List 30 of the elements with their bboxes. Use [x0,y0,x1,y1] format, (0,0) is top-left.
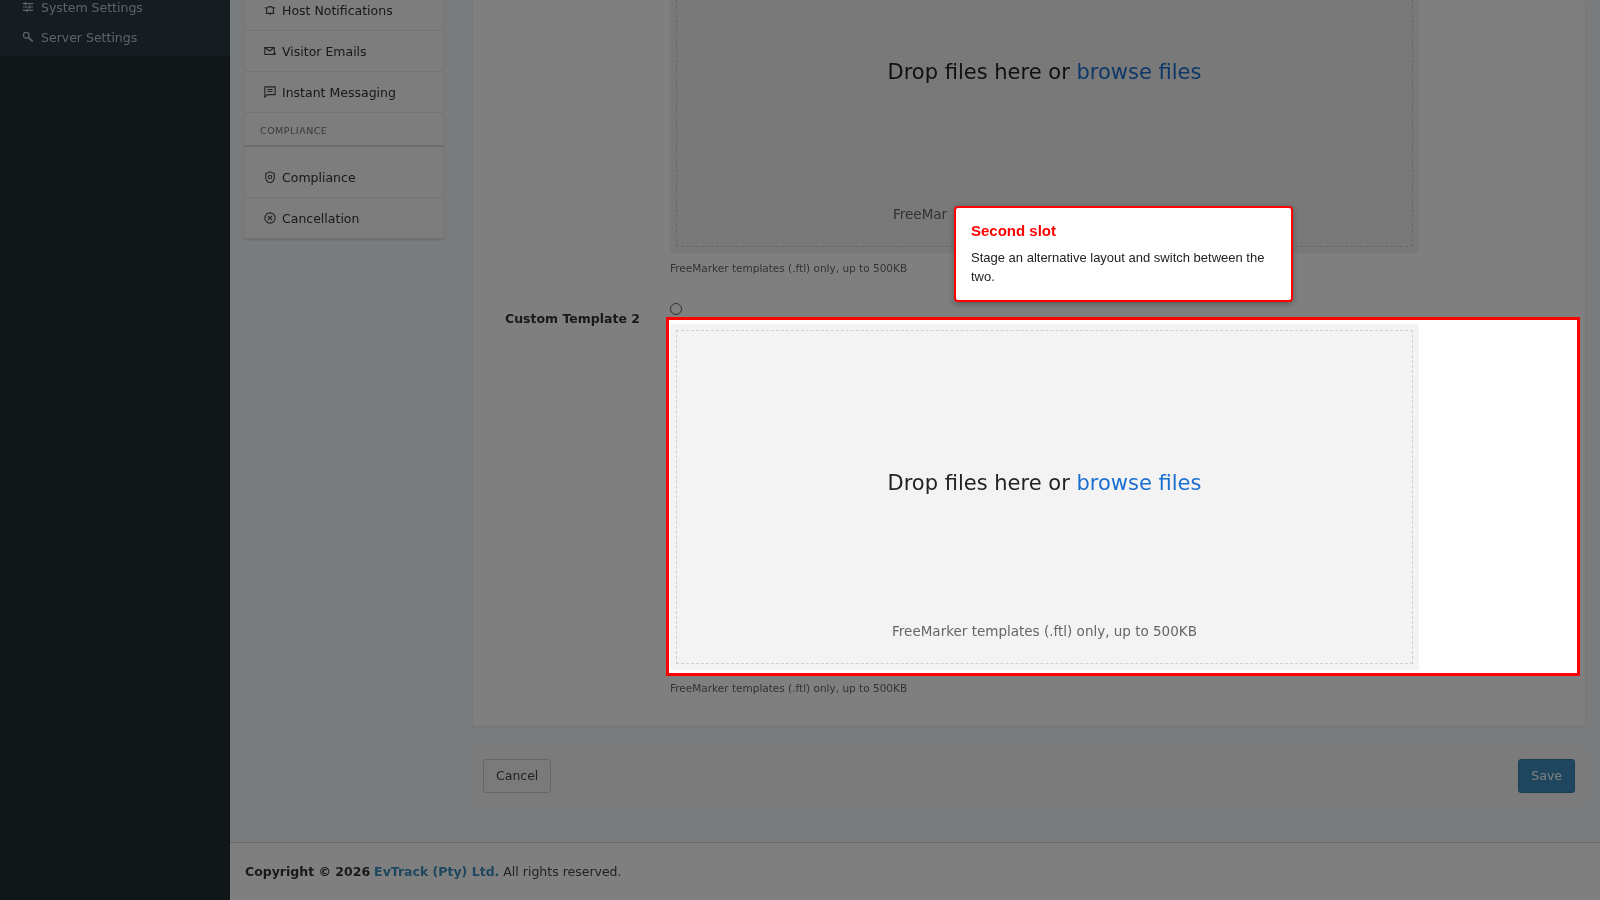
menu-item[interactable]: Compliance [245,157,443,198]
drop-zone[interactable]: Drop files here or browse files FreeMarker templates (.ftl) only, up to 500KB [670,324,1419,670]
sidebar-item[interactable]: Server Settings [0,22,230,52]
field-label: Custom Template 2 [505,311,640,326]
menu-item[interactable]: Host Notifications [245,0,443,31]
envelope-icon [264,45,276,57]
drop-hint: FreeMarker templates (.ftl) only, up to 500KB [892,623,1197,639]
drop-hint: FreeMar [892,206,949,222]
menu-item[interactable]: Cancellation [245,198,443,239]
shield-icon [264,171,276,183]
save-button[interactable]: Save [1518,758,1575,793]
copyright-text: Copyright © 2026 EvTrack (Pty) Ltd. All rights reserved. [245,864,622,879]
chat-icon [264,86,276,98]
help-text: FreeMarker templates (.ftl) only, up to 500KB [670,682,909,694]
cancel-button[interactable]: Cancel [483,758,552,793]
help-text: FreeMarker templates (.ftl) only, up to 500KB [670,262,909,274]
drop-prompt: Drop files here or browse files [887,60,1202,84]
sidebar-item[interactable]: System Settings [0,0,230,22]
cancel-circle-icon [264,212,276,224]
drop-prompt: Drop files here or browse files [887,471,1202,495]
tooltip-title: Second slot [971,222,1057,239]
menu-heading: COMPLIANCE [245,113,443,147]
menu-item[interactable]: Visitor Emails [245,31,443,72]
browse-link[interactable]: browse files [1076,60,1202,84]
sliders-icon [22,1,34,13]
radio-button[interactable] [670,303,682,315]
browse-link[interactable]: browse files [1076,471,1202,495]
bell-icon [264,4,276,16]
menu-item[interactable]: Instant Messaging [245,72,443,113]
company-link[interactable]: EvTrack (Pty) Ltd. [374,864,500,879]
